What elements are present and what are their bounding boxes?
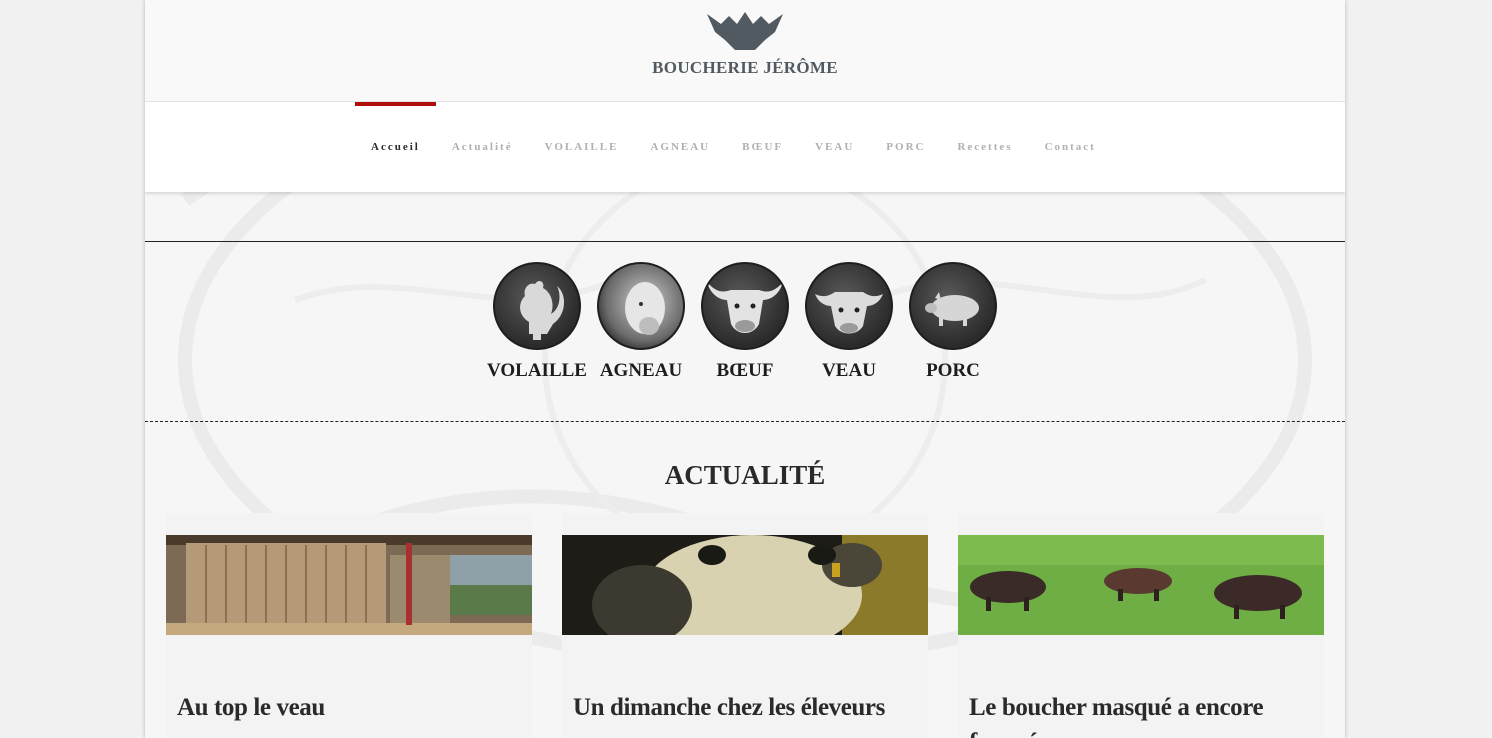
category-label: VEAU <box>822 360 876 381</box>
nav-item-contact[interactable]: Contact <box>1029 102 1112 192</box>
news-card[interactable]: Au top le veau <box>166 513 532 738</box>
page-container: BOUCHERIE JÉRÔME Accueil Actualité VOLAI… <box>145 0 1345 738</box>
category-label: AGNEAU <box>599 360 683 381</box>
category-label: VOLAILLE <box>487 360 587 381</box>
logo-text: BOUCHERIE JÉRÔME <box>652 58 838 77</box>
calf-icon <box>805 262 893 350</box>
nav-item-veau[interactable]: VEAU <box>799 102 870 192</box>
nav-item-volaille[interactable]: VOLAILLE <box>529 102 635 192</box>
category-veau[interactable]: VEAU <box>797 262 901 382</box>
main-nav: Accueil Actualité VOLAILLE AGNEAU BŒUF V… <box>145 102 1345 192</box>
news-heading: ACTUALITÉ <box>664 460 826 490</box>
divider-dashed <box>145 421 1345 422</box>
divider-solid <box>145 241 1345 242</box>
bull-icon <box>701 262 789 350</box>
nav-item-accueil[interactable]: Accueil <box>355 102 436 192</box>
nav-list: Accueil Actualité VOLAILLE AGNEAU BŒUF V… <box>355 102 1112 192</box>
news-card-title[interactable]: Le boucher masqué a encore frappé <box>969 690 1319 738</box>
cow-closeup-photo[interactable] <box>562 535 928 635</box>
bull-head-logo-icon <box>707 12 783 50</box>
category-boeuf[interactable]: BŒUF <box>693 262 797 382</box>
nav-item-actualite[interactable]: Actualité <box>436 102 529 192</box>
category-row: VOLAILLE AGNEAU BŒUF VEAU PORC <box>485 262 1005 382</box>
news-card[interactable]: Un dimanche chez les éleveurs <box>562 513 928 738</box>
category-label: BŒUF <box>716 360 774 381</box>
nav-item-porc[interactable]: PORC <box>870 102 941 192</box>
nav-item-boeuf[interactable]: BŒUF <box>726 102 799 192</box>
site-logo[interactable]: BOUCHERIE JÉRÔME <box>645 10 845 90</box>
nav-item-recettes[interactable]: Recettes <box>941 102 1028 192</box>
pigs-in-field-photo[interactable] <box>958 535 1324 635</box>
category-volaille[interactable]: VOLAILLE <box>485 262 589 382</box>
rooster-icon <box>493 262 581 350</box>
news-card-title[interactable]: Un dimanche chez les éleveurs <box>573 690 923 725</box>
news-card-title[interactable]: Au top le veau <box>177 690 527 725</box>
category-porc[interactable]: PORC <box>901 262 1005 382</box>
site-header: BOUCHERIE JÉRÔME <box>145 0 1345 102</box>
category-agneau[interactable]: AGNEAU <box>589 262 693 382</box>
nav-item-agneau[interactable]: AGNEAU <box>634 102 726 192</box>
sheep-icon <box>597 262 685 350</box>
barn-photo[interactable] <box>166 535 532 635</box>
news-card[interactable]: Le boucher masqué a encore frappé <box>958 513 1324 738</box>
category-label: PORC <box>926 360 980 381</box>
pig-icon <box>909 262 997 350</box>
